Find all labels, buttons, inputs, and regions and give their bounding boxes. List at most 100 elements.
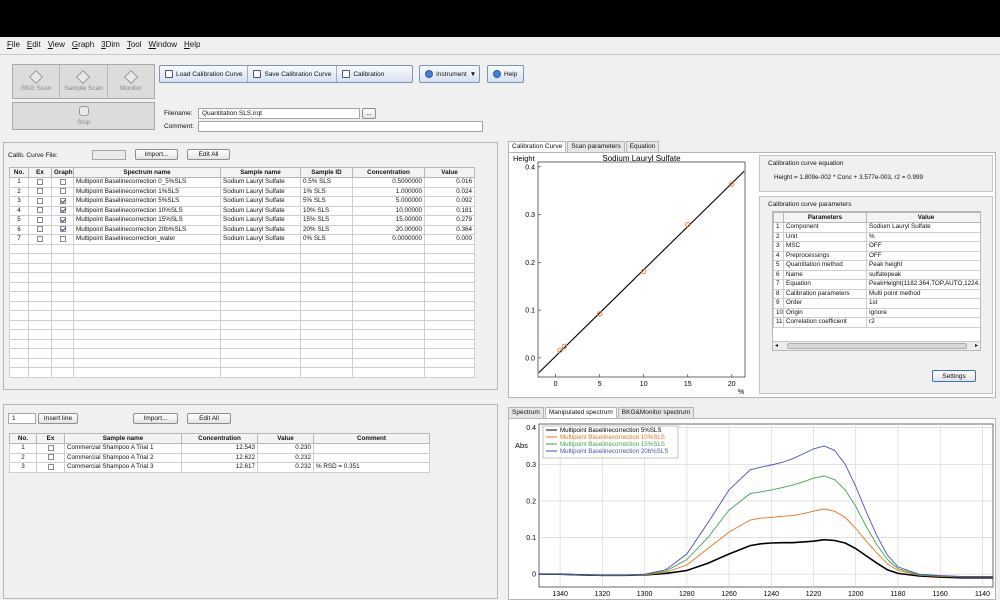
col-param-value[interactable]: Value — [866, 212, 980, 223]
col-concentration[interactable]: Concentration — [181, 433, 258, 444]
table-row[interactable]: 2 Unit% — [773, 231, 980, 242]
sample-id-cell[interactable]: 5% SLS — [300, 196, 353, 207]
table-row[interactable]: 2 Commercial Shampoo A Trial 2 12.622 0.232 — [9, 452, 430, 463]
sample-name-cell[interactable]: Commercial Shampoo A Trial 1 — [64, 443, 182, 454]
settings-button[interactable]: Settings — [932, 370, 976, 382]
stop-button[interactable]: Stop — [12, 102, 155, 130]
comment-cell[interactable] — [313, 452, 430, 463]
horizontal-scrollbar[interactable]: ◂ ▸ — [773, 341, 980, 350]
col-sample-name[interactable]: Sample name — [220, 167, 301, 178]
col-concentration[interactable]: Concentration — [352, 167, 425, 178]
table-row[interactable]: 10 Origin Ignore — [773, 307, 980, 318]
table-row[interactable]: 1 Commercial Shampoo A Trial 1 12.543 0.230 — [9, 443, 430, 454]
ex-checkbox[interactable] — [37, 235, 43, 242]
concentration-cell[interactable]: 0.5000000 — [352, 177, 425, 188]
bkg-scan-button[interactable]: BKG Scan — [13, 65, 61, 98]
sample-name-cell[interactable]: Sodium Lauryl Sulfate — [220, 186, 301, 197]
calib-import-button[interactable]: Import... — [135, 149, 178, 160]
col-value[interactable]: Value — [424, 167, 475, 178]
instrument-dropdown[interactable]: Instrument ▼ — [419, 65, 480, 83]
menu-3dim[interactable]: 3Dim — [101, 40, 120, 54]
menu-edit[interactable]: Edit — [27, 40, 41, 54]
menu-view[interactable]: View — [48, 40, 65, 54]
table-row[interactable]: 3 MSC OFF — [773, 241, 980, 252]
concentration-cell[interactable]: 5.000000 — [352, 196, 425, 207]
col-no[interactable]: No. — [9, 433, 37, 444]
table-row[interactable]: 7 Equation PeakHeight(1182.364,TOP,AUTO,12… — [773, 279, 980, 290]
table-row[interactable]: 8 Calibration parameters Multi point metho… — [773, 288, 980, 299]
graph-checkbox[interactable] — [59, 207, 66, 214]
table-row[interactable]: 2 Multipoint Baselinecorrection 1%SLS Sodi… — [9, 186, 475, 197]
ex-checkbox[interactable] — [37, 226, 43, 233]
menu-help[interactable]: Help — [184, 40, 200, 54]
table-row[interactable]: 5 Quantitation method Peak height — [773, 260, 980, 271]
ex-checkbox[interactable] — [37, 188, 43, 195]
table-row[interactable]: 9 Order 1st — [773, 298, 980, 309]
comment-field[interactable] — [198, 121, 483, 132]
scroll-right-icon[interactable]: ▸ — [975, 342, 978, 349]
insert-line-button[interactable]: Insert line — [38, 413, 78, 424]
ex-checkbox[interactable] — [37, 207, 43, 214]
graph-checkbox[interactable] — [59, 226, 66, 233]
spectrum-name-cell[interactable]: Multipoint Baselinecorrection 10%SLS — [73, 205, 221, 216]
concentration-cell[interactable]: 10.00000 — [352, 205, 425, 216]
col-comment[interactable]: Comment — [313, 433, 430, 444]
tab-calibration-curve[interactable]: Calibration Curve — [508, 141, 567, 152]
load-calibration-button[interactable]: Load Calibration Curve — [160, 66, 249, 82]
sample-name-cell[interactable]: Sodium Lauryl Sulfate — [220, 234, 301, 245]
ex-checkbox[interactable] — [37, 178, 43, 185]
menu-graph[interactable]: Graph — [72, 40, 94, 54]
comment-cell[interactable]: % RSD = 0.351 — [313, 462, 430, 473]
calibration-curve-chart[interactable]: Height Sodium Lauryl Sulfate% 0 5 10 15 20 0.0 0… — [509, 153, 752, 397]
monitor-button[interactable]: Monitor — [108, 65, 154, 98]
table-row[interactable]: 1 Component Sodium Lauryl Sulfate — [773, 222, 980, 233]
concentration-cell[interactable]: 0.0000000 — [352, 234, 425, 245]
params-scroll-area[interactable]: Parameters Value 1 Component Sodium Lauryl… — [772, 211, 981, 351]
sample-id-cell[interactable]: 0% SLS — [300, 234, 353, 245]
concentration-cell[interactable]: 12.622 — [181, 452, 258, 463]
col-sample-name[interactable]: Sample name — [64, 433, 182, 444]
concentration-cell[interactable]: 12.617 — [181, 462, 258, 473]
spectrum-name-cell[interactable]: Multipoint Baselinecorrection 15%SLS — [73, 215, 221, 226]
col-parameters[interactable]: Parameters — [783, 212, 867, 223]
table-row[interactable]: 3 Commercial Shampoo A Trial 3 12.617 0.232… — [9, 462, 430, 473]
sample-id-cell[interactable]: 10% SLS — [300, 205, 353, 216]
sample-name-cell[interactable]: Sodium Lauryl Sulfate — [220, 205, 301, 216]
spectrum-name-cell[interactable]: Multipoint Baselinecorrection 5%SLS — [73, 196, 221, 207]
menu-window[interactable]: Window — [149, 40, 177, 54]
tab-bkg-monitor-spectrum[interactable]: BKG&Monitor spectrum — [617, 407, 695, 418]
col-ex[interactable]: Ex — [28, 167, 52, 178]
menu-tool[interactable]: Tool — [127, 40, 142, 54]
instrument-item[interactable]: Instrument ▼ — [420, 66, 481, 82]
sample-name-cell[interactable]: Sodium Lauryl Sulfate — [220, 224, 301, 235]
concentration-cell[interactable]: 12.543 — [181, 443, 258, 454]
sample-scan-button[interactable]: Sample Scan — [60, 65, 108, 98]
calib-edit-all-button[interactable]: Edit All — [187, 149, 230, 160]
table-row[interactable]: 4 Multipoint Baselinecorrection 10%SLS Sod… — [9, 205, 475, 216]
table-row[interactable]: 6 Multipoint Baselinecorrection 20b%SLS So… — [9, 224, 475, 235]
table-row[interactable]: 4 Preprocessings OFF — [773, 250, 980, 261]
graph-checkbox[interactable] — [59, 235, 66, 242]
graph-checkbox[interactable] — [59, 197, 66, 204]
concentration-cell[interactable]: 15.00000 — [352, 215, 425, 226]
table-row[interactable]: 3 Multipoint Baselinecorrection 5%SLS Sodi… — [9, 196, 475, 207]
tab-equation[interactable]: Equation — [625, 141, 660, 152]
ex-checkbox[interactable] — [47, 454, 54, 461]
spectrum-name-cell[interactable]: Multipoint Baselinecorrection_water — [73, 234, 221, 245]
col-graph[interactable]: Graph — [51, 167, 74, 178]
spectrum-name-cell[interactable]: Multipoint Baselinecorrection 0_5%SLS — [73, 177, 221, 188]
graph-checkbox[interactable] — [59, 178, 66, 185]
col-sample-id[interactable]: Sample ID — [300, 167, 353, 178]
save-calibration-button[interactable]: Save Calibration Curve — [248, 66, 338, 82]
table-row[interactable]: 5 Multipoint Baselinecorrection 15%SLS Sod… — [9, 215, 475, 226]
sample-import-button[interactable]: Import... — [133, 413, 178, 424]
scroll-left-icon[interactable]: ◂ — [775, 342, 778, 349]
calib-file-field[interactable] — [92, 150, 126, 160]
sample-id-cell[interactable]: 15% SLS — [300, 215, 353, 226]
col-spectrum-name[interactable]: Spectrum name — [73, 167, 221, 178]
concentration-cell[interactable]: 1.000000 — [352, 186, 425, 197]
table-row[interactable]: 11 Correlation coefficient r2 — [773, 317, 980, 328]
concentration-cell[interactable]: 20.00000 — [352, 224, 425, 235]
spectrum-name-cell[interactable]: Multipoint Baselinecorrection 20b%SLS — [73, 224, 221, 235]
ex-checkbox[interactable] — [37, 216, 43, 223]
